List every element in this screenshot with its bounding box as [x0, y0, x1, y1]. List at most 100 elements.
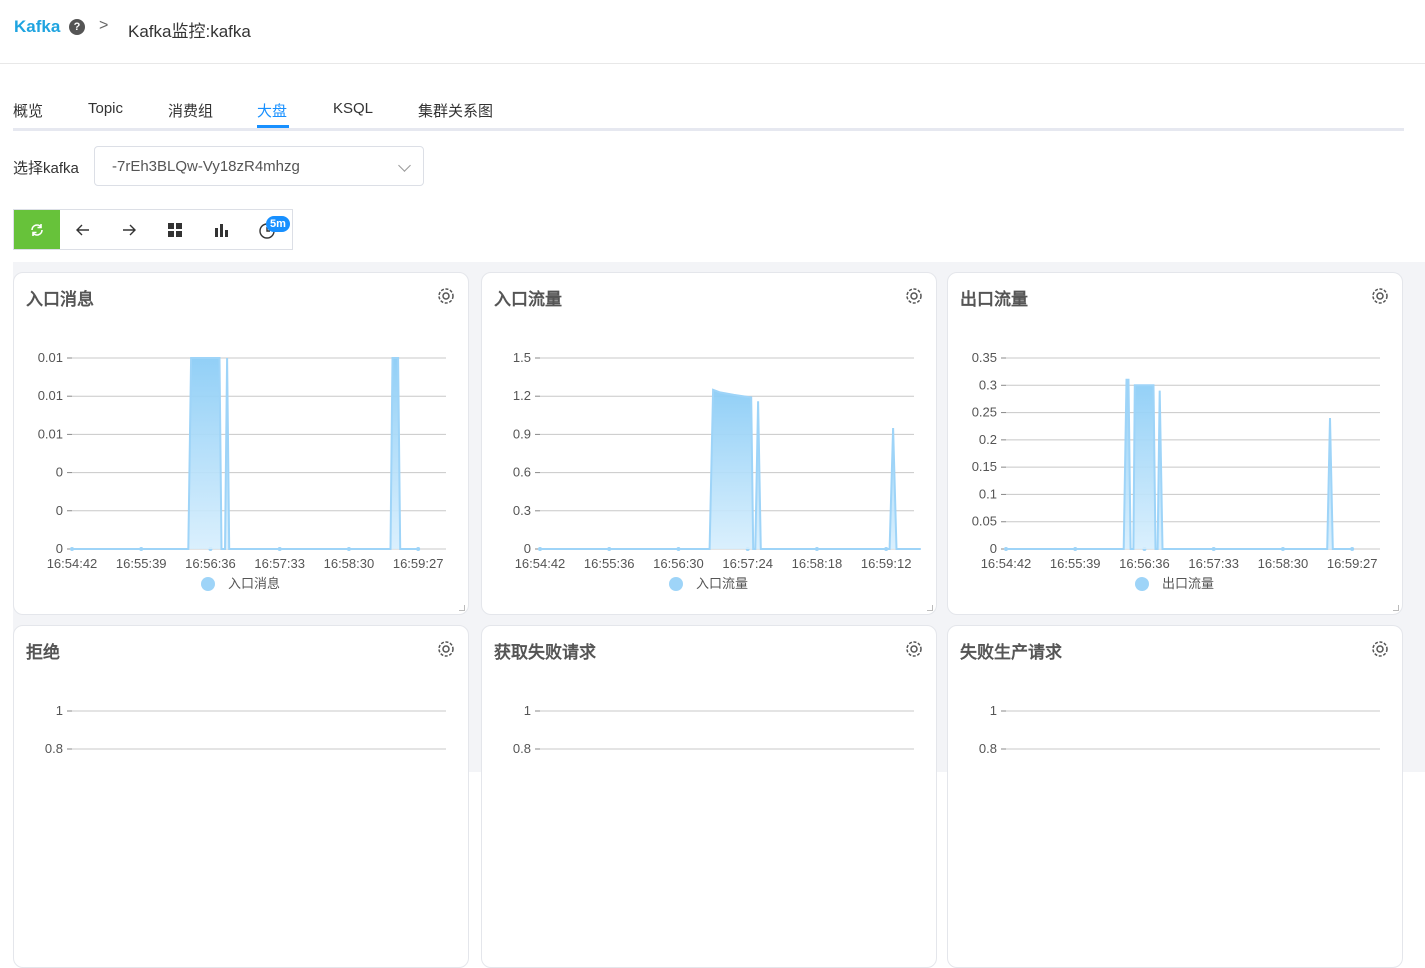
y-tick-label: 0.8	[513, 741, 531, 756]
series-line	[1006, 378, 1353, 550]
panel-ingress-messages: 0 0 0 0.01 0.01 0.01 16:54:42 16:55:39 16:56:36 1…	[13, 272, 469, 615]
y-tick-label: 0	[56, 503, 63, 518]
interval-badge: 5m	[266, 216, 290, 232]
panel-rejected: 1 0.8 拒绝	[13, 625, 469, 968]
x-tick-label: 16:54:42	[981, 556, 1032, 571]
x-tick-label: 16:56:30	[653, 556, 704, 571]
y-tick-label: 0.01	[38, 350, 63, 365]
arrow-left-icon	[76, 224, 89, 235]
resize-handle[interactable]	[927, 605, 933, 611]
page-title: Kafka监控:kafka	[128, 22, 251, 41]
x-tick-label: 16:57:24	[722, 556, 773, 571]
kafka-select[interactable]: -7rEh3BLQw-Vy18zR4mhzg	[94, 146, 424, 186]
x-tick-label: 16:56:36	[185, 556, 236, 571]
x-tick-label: 16:54:42	[515, 556, 566, 571]
y-tick-label: 1.5	[513, 350, 531, 365]
question-circle-icon[interactable]: ?	[69, 19, 85, 35]
x-tick-label: 16:57:33	[1188, 556, 1239, 571]
gear-icon[interactable]	[1370, 286, 1390, 306]
x-tick-label: 16:59:12	[861, 556, 912, 571]
y-tick-label: 0.1	[979, 486, 997, 501]
y-tick-label: 1	[990, 703, 997, 718]
series-area	[1006, 379, 1353, 549]
legend-swatch	[1135, 577, 1149, 591]
active-tab-indicator	[257, 125, 289, 128]
y-tick-label: 0.9	[513, 426, 531, 441]
kafka-select-label: 选择kafka	[13, 160, 79, 177]
panel-title: 拒绝	[26, 643, 60, 662]
tab-bar: 概览 Topic 消费组 大盘 KSQL 集群关系图	[13, 98, 1404, 131]
chart-svg: 10.8	[979, 703, 1380, 756]
legend-swatch	[669, 577, 683, 591]
panel-ingress-traffic: 0 0.3 0.6 0.9 1.2 1.5 16:54:42 16:55:36 16:56:30…	[481, 272, 937, 615]
gear-icon[interactable]	[436, 639, 456, 659]
tab-topic[interactable]: Topic	[88, 100, 123, 117]
y-tick-label: 0	[56, 465, 63, 480]
panel-title: 入口消息	[26, 290, 94, 309]
y-tick-label: 0.01	[38, 388, 63, 403]
y-tick-label: 0	[56, 541, 63, 556]
arrow-right-icon	[123, 224, 136, 235]
gear-icon[interactable]	[904, 639, 924, 659]
y-tick-label: 0.05	[972, 514, 997, 529]
gear-icon[interactable]	[1370, 639, 1390, 659]
tab-ksql[interactable]: KSQL	[333, 100, 373, 117]
chart-svg: 0 0.3 0.6 0.9 1.2 1.5 16:54:42 16:55:36 16:56:30…	[513, 350, 921, 591]
y-tick-label: 0.35	[972, 350, 997, 365]
chevron-down-icon	[398, 159, 411, 172]
chart-svg: 0 0.05 0.1 0.15 0.2 0.25 0.3 0.35 16:54:42 16:55:…	[972, 350, 1380, 591]
y-tick-label: 0.8	[979, 741, 997, 756]
legend-swatch	[201, 577, 215, 591]
x-tick-label: 16:58:30	[1258, 556, 1309, 571]
next-range-button[interactable]	[106, 210, 152, 249]
legend-label: 入口消息	[228, 576, 280, 591]
brand-link[interactable]: Kafka	[14, 17, 60, 37]
panel-title: 获取失败请求	[494, 643, 596, 662]
chart-svg: 10.8	[45, 703, 446, 756]
x-tick-label: 16:58:18	[792, 556, 843, 571]
grid-layout-button[interactable]	[152, 210, 198, 249]
panel-failed-fetch-requests: 1 0.8 获取失败请求	[481, 625, 937, 968]
grid-icon	[168, 222, 182, 237]
y-tick-label: 1	[56, 703, 63, 718]
legend-label: 入口流量	[696, 576, 748, 591]
y-tick-label: 1.2	[513, 388, 531, 403]
x-tick-label: 16:56:36	[1119, 556, 1170, 571]
series-area	[540, 389, 921, 549]
chart-svg: 10.8	[513, 703, 914, 756]
x-tick-label: 16:57:33	[254, 556, 305, 571]
panel-title: 失败生产请求	[960, 643, 1062, 662]
tab-consumer-group[interactable]: 消费组	[168, 100, 213, 121]
y-tick-label: 0.3	[513, 503, 531, 518]
x-tick-label: 16:59:27	[1327, 556, 1378, 571]
gear-icon[interactable]	[904, 286, 924, 306]
tab-overview[interactable]: 概览	[13, 100, 43, 121]
tab-dashboard[interactable]: 大盘	[257, 100, 287, 121]
bar-chart-icon	[215, 223, 228, 237]
x-tick-label: 16:55:39	[1050, 556, 1101, 571]
refresh-button[interactable]	[14, 210, 60, 249]
y-tick-label: 0.8	[45, 741, 63, 756]
resize-handle[interactable]	[1393, 605, 1399, 611]
chart-type-button[interactable]	[198, 210, 244, 249]
page-header: Kafka ? > Kafka监控:kafka	[0, 0, 1425, 64]
x-tick-label: 16:55:36	[584, 556, 635, 571]
kafka-select-value: -7rEh3BLQw-Vy18zR4mhzg	[112, 158, 300, 175]
x-tick-label: 16:55:39	[116, 556, 167, 571]
resize-handle[interactable]	[459, 605, 465, 611]
x-tick-label: 16:54:42	[47, 556, 98, 571]
y-tick-label: 0.2	[979, 432, 997, 447]
dashboard-toolbar	[13, 209, 293, 250]
chart-svg: 0 0 0 0.01 0.01 0.01 16:54:42 16:55:39 16:56:36 1…	[38, 350, 446, 591]
y-tick-label: 0.6	[513, 465, 531, 480]
panel-title: 出口流量	[960, 290, 1028, 309]
panel-title: 入口流量	[494, 290, 562, 309]
previous-range-button[interactable]	[60, 210, 106, 249]
tab-cluster-graph[interactable]: 集群关系图	[418, 100, 493, 121]
legend-label: 出口流量	[1162, 576, 1214, 591]
panel-egress-traffic: 0 0.05 0.1 0.15 0.2 0.25 0.3 0.35 16:54:42 16:55:…	[947, 272, 1403, 615]
y-tick-label: 0	[524, 541, 531, 556]
y-tick-label: 0.3	[979, 377, 997, 392]
gear-icon[interactable]	[436, 286, 456, 306]
y-tick-label: 0.01	[38, 426, 63, 441]
